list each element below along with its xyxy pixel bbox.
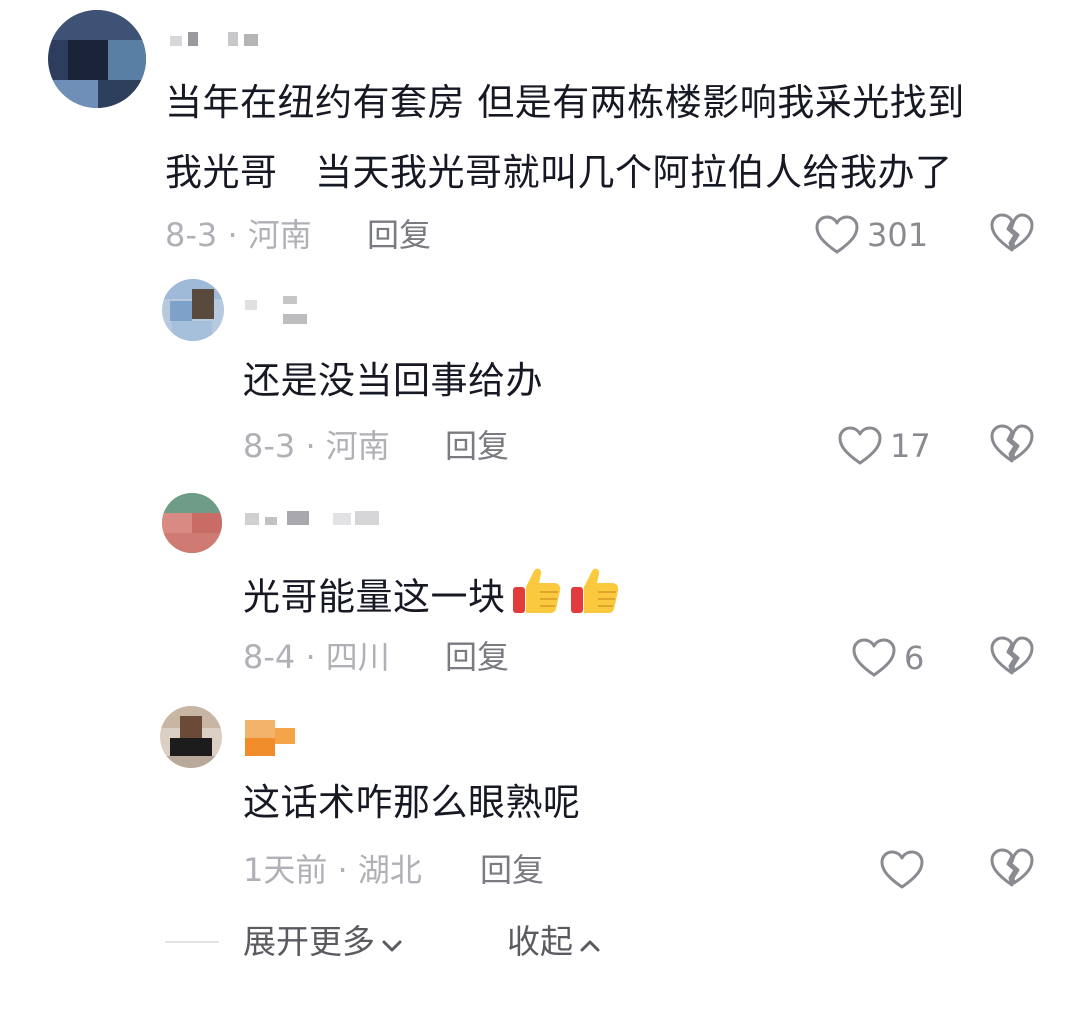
like-count: 301 bbox=[867, 216, 929, 254]
dislike-button[interactable] bbox=[990, 424, 1034, 468]
avatar[interactable] bbox=[162, 279, 224, 341]
username-obscured[interactable] bbox=[170, 32, 265, 46]
reply-button[interactable]: 回复 bbox=[445, 426, 509, 466]
comment-text: 还是没当回事给办 bbox=[243, 359, 543, 402]
avatar[interactable] bbox=[162, 493, 222, 553]
username-obscured[interactable] bbox=[245, 296, 315, 324]
comment-text: 这话术咋那么眼熟呢 bbox=[243, 781, 581, 824]
broken-heart-icon bbox=[990, 636, 1034, 680]
broken-heart-icon bbox=[990, 848, 1034, 892]
comment-meta: 8-3 · 河南 bbox=[165, 216, 312, 254]
like-button[interactable] bbox=[880, 848, 924, 892]
comment-text-line: 我光哥 当天我光哥就叫几个阿拉伯人给我办了 bbox=[165, 151, 953, 194]
avatar[interactable] bbox=[48, 10, 146, 108]
username-obscured[interactable] bbox=[245, 511, 385, 525]
broken-heart-icon bbox=[990, 213, 1034, 257]
comment-meta: 8-4 · 四川 bbox=[243, 638, 390, 676]
comment-text-line: 当年在纽约有套房 但是有两栋楼影响我采光找到 bbox=[165, 81, 965, 124]
avatar[interactable] bbox=[160, 706, 222, 768]
like-count: 17 bbox=[890, 427, 931, 465]
divider bbox=[165, 941, 219, 943]
dislike-button[interactable] bbox=[990, 848, 1034, 892]
dislike-button[interactable] bbox=[990, 213, 1034, 257]
expand-more-button[interactable]: 展开更多 bbox=[243, 922, 403, 962]
thumbs-up-emoji bbox=[568, 563, 622, 635]
heart-outline-icon bbox=[852, 638, 896, 678]
collapse-label: 收起 bbox=[507, 922, 573, 961]
dislike-button[interactable] bbox=[990, 636, 1034, 680]
like-button[interactable]: 6 bbox=[852, 636, 924, 680]
comment-text-label: 光哥能量这一块 bbox=[243, 575, 506, 619]
heart-outline-icon bbox=[880, 850, 924, 890]
expand-more-label: 展开更多 bbox=[243, 922, 375, 961]
like-count: 6 bbox=[904, 639, 925, 677]
like-button[interactable]: 301 bbox=[815, 213, 928, 257]
comment-meta: 8-3 · 河南 bbox=[243, 427, 390, 465]
reply-button[interactable]: 回复 bbox=[367, 215, 431, 255]
heart-outline-icon bbox=[815, 215, 859, 255]
broken-heart-icon bbox=[990, 424, 1034, 468]
chevron-down-icon bbox=[381, 922, 403, 962]
collapse-button[interactable]: 收起 bbox=[507, 922, 601, 962]
like-button[interactable]: 17 bbox=[838, 424, 931, 468]
comment-meta: 1天前 · 湖北 bbox=[243, 851, 422, 889]
chevron-up-icon bbox=[579, 922, 601, 962]
username-obscured[interactable] bbox=[245, 720, 297, 756]
comment-text: 光哥能量这一块 bbox=[243, 563, 622, 635]
thumbs-up-emoji bbox=[510, 563, 564, 635]
heart-outline-icon bbox=[838, 426, 882, 466]
reply-button[interactable]: 回复 bbox=[480, 850, 544, 890]
reply-button[interactable]: 回复 bbox=[445, 637, 509, 677]
